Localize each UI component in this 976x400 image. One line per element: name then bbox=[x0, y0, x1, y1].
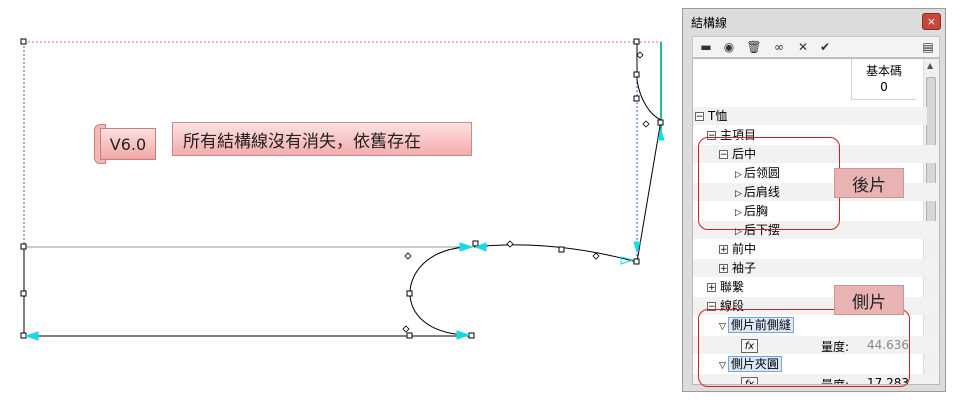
diamond-point bbox=[636, 51, 644, 59]
diamond-point bbox=[402, 325, 410, 333]
menu-icon[interactable]: ▤ bbox=[919, 39, 937, 55]
version-label: V6.0 bbox=[100, 128, 156, 160]
side-piece-tag: 側片 bbox=[834, 285, 904, 315]
tree-label: 聯繫 bbox=[720, 280, 745, 294]
control-point bbox=[20, 290, 27, 297]
control-point bbox=[468, 332, 475, 339]
control-point bbox=[633, 95, 640, 102]
back-piece-tag: 後片 bbox=[834, 168, 904, 198]
expand-icon[interactable]: + bbox=[719, 264, 728, 274]
scroll-up-icon[interactable]: ▲ bbox=[927, 61, 933, 70]
version-badge: V6.0 bbox=[92, 124, 158, 164]
tree-item-sleeve[interactable]: + 袖子 bbox=[693, 259, 939, 277]
line-view-icon[interactable]: ▬ bbox=[697, 39, 715, 55]
control-point bbox=[633, 71, 640, 78]
arrow-right-icon bbox=[459, 242, 474, 252]
column-header-title: 基本碼 bbox=[865, 64, 902, 78]
control-point bbox=[472, 240, 479, 247]
tree-item-root[interactable]: − T恤 bbox=[693, 107, 927, 125]
collapse-icon[interactable]: − bbox=[695, 112, 704, 122]
control-point bbox=[20, 38, 27, 45]
arrow-right-icon bbox=[456, 330, 471, 340]
column-header[interactable]: 基本碼 0 bbox=[851, 59, 916, 100]
tree-label: T恤 bbox=[708, 109, 728, 123]
control-point bbox=[633, 38, 640, 45]
delete-icon[interactable]: ✕ bbox=[795, 39, 811, 55]
back-piece-highlight bbox=[698, 137, 840, 230]
diamond-point bbox=[592, 252, 600, 260]
close-button[interactable]: × bbox=[922, 13, 941, 30]
expand-icon[interactable]: + bbox=[707, 283, 716, 293]
column-header-value: 0 bbox=[880, 80, 888, 94]
arrow-left-icon bbox=[24, 331, 39, 341]
diamond-point bbox=[642, 120, 650, 128]
tree-label: 前中 bbox=[732, 242, 757, 256]
check-icon[interactable]: ✔ bbox=[817, 39, 833, 55]
panel-title: 結構線 bbox=[691, 16, 728, 30]
control-point bbox=[20, 332, 27, 339]
info-callout: 所有結構線沒有消失，依舊存在 bbox=[172, 122, 472, 156]
control-point bbox=[20, 243, 27, 250]
tree-label: 袖子 bbox=[732, 261, 757, 275]
diamond-point bbox=[506, 240, 514, 248]
side-piece-highlight bbox=[698, 309, 910, 387]
side-seam-curve bbox=[473, 244, 638, 263]
panel-titlebar[interactable]: 結構線 × bbox=[683, 9, 945, 33]
expand-icon[interactable]: + bbox=[719, 245, 728, 255]
control-point bbox=[558, 246, 565, 253]
diamond-points bbox=[402, 51, 650, 333]
control-point bbox=[406, 290, 413, 297]
control-point bbox=[406, 332, 413, 339]
control-point bbox=[657, 119, 664, 126]
panel-toolbar: ▬ ◉ 🗑 ∞ ✕ ✔ ▤ bbox=[692, 36, 940, 58]
diagonal-line bbox=[636, 119, 662, 263]
control-point bbox=[633, 258, 640, 265]
control-points bbox=[20, 38, 664, 339]
armhole-curve bbox=[409, 246, 467, 336]
eye-icon[interactable]: ◉ bbox=[719, 39, 739, 55]
diamond-point bbox=[404, 252, 412, 260]
tree-item-front-center[interactable]: + 前中 bbox=[693, 240, 939, 258]
trash-icon[interactable]: 🗑 bbox=[745, 39, 763, 55]
link-icon[interactable]: ∞ bbox=[769, 39, 789, 55]
